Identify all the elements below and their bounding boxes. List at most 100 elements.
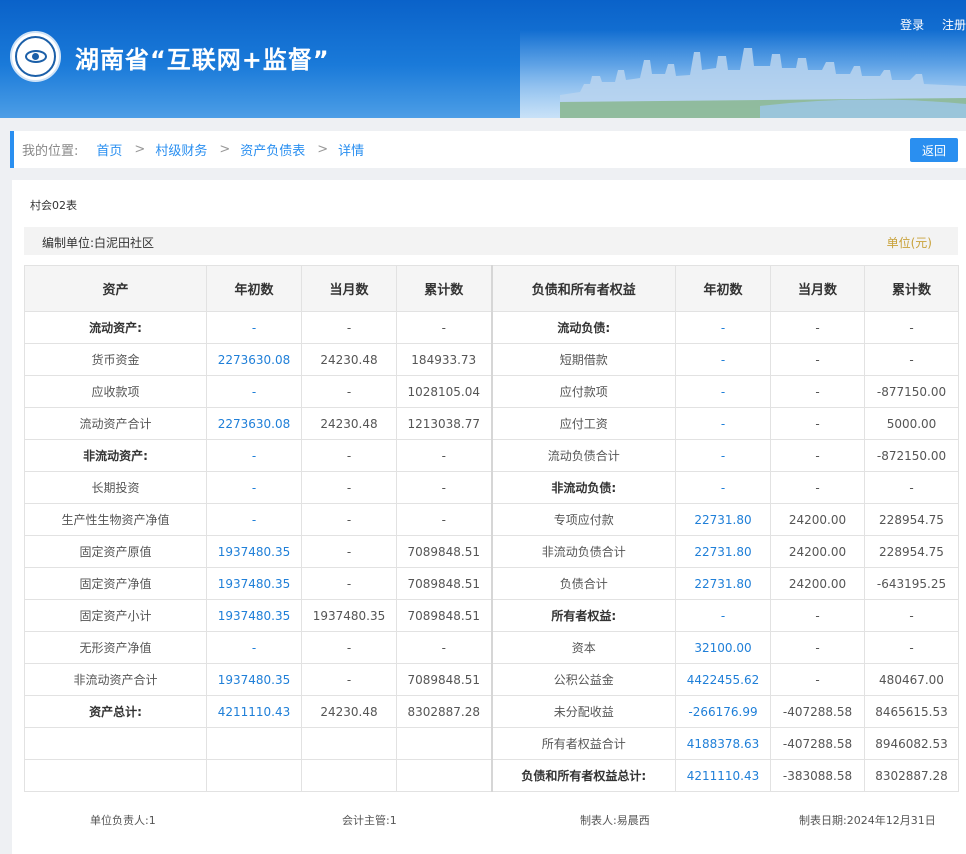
asset-beginning-cell[interactable]: 1937480.35 — [206, 599, 302, 632]
liability-name-cell: 流动负债合计 — [490, 439, 676, 472]
liability-beginning-cell[interactable]: 4188378.63 — [675, 727, 771, 760]
liability-cumulative-cell: - — [864, 599, 959, 632]
asset-name-cell: 非流动资产合计 — [24, 663, 207, 696]
breadcrumb-balance-sheet-link[interactable]: 资产负债表 — [240, 140, 305, 159]
asset-cumulative-cell: - — [396, 311, 492, 344]
liability-beginning-cell: - — [675, 471, 771, 504]
liability-cumulative-cell: - — [864, 471, 959, 504]
city-skyline-image — [560, 48, 966, 118]
preparer: 制表人:易晨西 — [580, 814, 650, 827]
liability-cumulative-cell: 8302887.28 — [864, 759, 959, 792]
asset-name-cell: 非流动资产: — [24, 439, 207, 472]
asset-name-cell: 流动资产合计 — [24, 407, 207, 440]
asset-cumulative-cell: - — [396, 439, 492, 472]
table-row: 固定资产净值 1937480.35-7089848.51 负债合计 22731.80 2… — [24, 567, 959, 600]
liability-cumulative-cell: 5000.00 — [864, 407, 959, 440]
asset-name-cell — [24, 727, 207, 760]
responsible-person: 单位负责人:1 — [90, 814, 156, 827]
liability-beginning-cell[interactable]: 4211110.43 — [675, 759, 771, 792]
logo-ring — [15, 36, 56, 77]
asset-name-cell: 货币资金 — [24, 343, 207, 376]
liability-beginning-cell[interactable]: 4422455.62 — [675, 663, 771, 696]
asset-month-cell: - — [301, 567, 397, 600]
asset-month-cell — [301, 759, 397, 792]
asset-name-cell: 资产总计: — [24, 695, 207, 728]
liability-name-cell: 所有者权益: — [490, 599, 676, 632]
asset-month-cell: - — [301, 439, 397, 472]
asset-month-cell: - — [301, 375, 397, 408]
liability-beginning-cell: - — [675, 439, 771, 472]
asset-month-cell: - — [301, 535, 397, 568]
register-link[interactable]: 注册 — [942, 18, 966, 32]
table-row: 流动资产: - - - 流动负债: - - - — [24, 311, 959, 344]
breadcrumb-detail-link[interactable]: 详情 — [338, 140, 364, 159]
liability-beginning-cell[interactable]: 22731.80 — [675, 567, 771, 600]
liability-name-cell: 负债和所有者权益总计: — [490, 759, 676, 792]
column-header: 当月数 — [301, 265, 397, 312]
asset-cumulative-cell: 1028105.04 — [396, 375, 492, 408]
liability-name-cell: 资本 — [490, 631, 676, 664]
asset-beginning-cell[interactable]: 1937480.35 — [206, 535, 302, 568]
asset-beginning-cell: - — [206, 311, 302, 344]
header-banner: 湖南省“互联网+监督” 登录 注册 — [0, 0, 966, 118]
table-row: 非流动资产: - - - 流动负债合计 - - -872150.00 — [24, 439, 959, 472]
liability-cumulative-cell: 228954.75 — [864, 503, 959, 536]
liability-month-cell: 24200.00 — [770, 503, 865, 536]
liability-month-cell: - — [770, 631, 865, 664]
asset-name-cell: 生产性生物资产净值 — [24, 503, 207, 536]
asset-beginning-cell[interactable]: 2273630.08 — [206, 343, 302, 376]
liability-cumulative-cell: 8465615.53 — [864, 695, 959, 728]
table-row: 所有者权益合计 4188378.63 -407288.58 8946082.53 — [24, 727, 959, 760]
liability-month-cell: -383088.58 — [770, 759, 865, 792]
liability-month-cell: - — [770, 311, 865, 344]
asset-beginning-cell: - — [206, 471, 302, 504]
breadcrumb-home-link[interactable]: 首页 — [96, 140, 122, 159]
liability-beginning-cell[interactable]: 32100.00 — [675, 631, 771, 664]
liability-month-cell: - — [770, 663, 865, 696]
asset-beginning-cell[interactable]: 1937480.35 — [206, 567, 302, 600]
asset-cumulative-cell: 8302887.28 — [396, 695, 492, 728]
table-row: 流动资产合计 2273630.08 24230.48 1213038.77 应付工资 - -… — [24, 407, 959, 440]
liability-beginning-cell[interactable]: -266176.99 — [675, 695, 771, 728]
liability-beginning-cell[interactable]: 22731.80 — [675, 503, 771, 536]
liability-cumulative-cell: 480467.00 — [864, 663, 959, 696]
liability-name-cell: 非流动负债: — [490, 471, 676, 504]
liability-name-cell: 未分配收益 — [490, 695, 676, 728]
table-row: 非流动资产合计 1937480.35-7089848.51 公积公益金 4422455… — [24, 663, 959, 696]
breadcrumb-separator: > — [317, 142, 329, 157]
liability-beginning-cell[interactable]: 22731.80 — [675, 535, 771, 568]
table-row: 长期投资 - - - 非流动负债: - - - — [24, 471, 959, 504]
column-header: 负债和所有者权益 — [490, 265, 676, 312]
asset-month-cell: - — [301, 663, 397, 696]
liability-month-cell: 24200.00 — [770, 567, 865, 600]
liability-month-cell: - — [770, 407, 865, 440]
breadcrumb-village-finance-link[interactable]: 村级财务 — [155, 140, 207, 159]
liability-beginning-cell: - — [675, 599, 771, 632]
asset-month-cell: 24230.48 — [301, 343, 397, 376]
asset-beginning-cell: - — [206, 375, 302, 408]
liability-month-cell: - — [770, 439, 865, 472]
asset-beginning-cell: - — [206, 439, 302, 472]
liability-beginning-cell: - — [675, 311, 771, 344]
liability-beginning-cell: - — [675, 343, 771, 376]
liability-beginning-cell: - — [675, 375, 771, 408]
asset-beginning-cell[interactable]: 2273630.08 — [206, 407, 302, 440]
liability-cumulative-cell: 8946082.53 — [864, 727, 959, 760]
table-header-row: 资产 年初数 当月数 累计数 负债和所有者权益 年初数 当月数 累计数 — [24, 265, 959, 312]
asset-beginning-cell[interactable]: 1937480.35 — [206, 663, 302, 696]
liability-month-cell: -407288.58 — [770, 695, 865, 728]
asset-cumulative-cell: 1213038.77 — [396, 407, 492, 440]
asset-beginning-cell[interactable]: 4211110.43 — [206, 695, 302, 728]
asset-cumulative-cell: 7089848.51 — [396, 599, 492, 632]
asset-beginning-cell: - — [206, 503, 302, 536]
breadcrumb-prefix: 我的位置: — [22, 144, 79, 159]
back-button[interactable]: 返回 — [910, 138, 958, 162]
balance-sheet-table: 资产 年初数 当月数 累计数 负债和所有者权益 年初数 当月数 累计数 流动资产… — [24, 265, 959, 792]
table-row: 无形资产净值 - - - 资本 32100.00- - — [24, 631, 959, 664]
liability-month-cell: - — [770, 343, 865, 376]
login-link[interactable]: 登录 — [900, 18, 924, 32]
liability-month-cell: - — [770, 375, 865, 408]
chief-accountant: 会计主管:1 — [342, 814, 397, 827]
asset-cumulative-cell — [396, 727, 492, 760]
unit-label: 单位(元) — [886, 236, 932, 250]
